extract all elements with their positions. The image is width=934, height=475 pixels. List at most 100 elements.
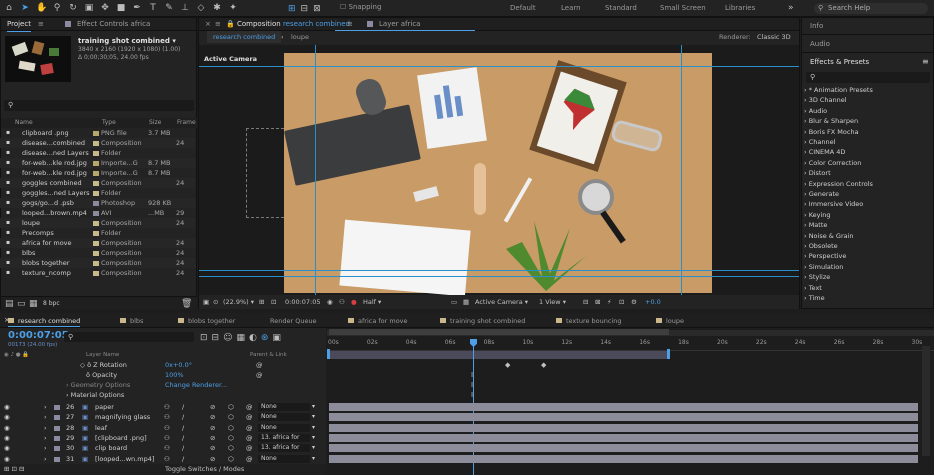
layer-name[interactable]: leaf (95, 423, 107, 433)
parent-dropdown[interactable]: None (258, 413, 310, 422)
pickwhip-icon[interactable]: @ (246, 443, 253, 453)
view-layout-dropdown[interactable]: 1 View ▾ (539, 296, 566, 309)
effect-category[interactable]: › Color Correction (804, 158, 861, 168)
audio-tab[interactable]: Audio (810, 40, 830, 48)
shy-switch-icon[interactable]: ⚇ (164, 423, 170, 433)
keyframe-nav-icon[interactable]: ◇ ō (80, 361, 91, 369)
timeline-tab[interactable]: Render Queue (270, 315, 317, 327)
puppet-tool-icon[interactable]: ✦ (228, 1, 238, 15)
home-icon[interactable]: ⌂ (4, 1, 14, 15)
project-item[interactable]: ▪ disease...ned Layers Folder (0, 148, 196, 158)
effect-category[interactable]: › Noise & Grain (804, 231, 854, 241)
camera-tool-icon[interactable]: ▣ (84, 1, 94, 15)
search-help-field[interactable]: ⚲ Search Help (814, 3, 928, 14)
label-swatch[interactable] (93, 131, 99, 136)
layer-row[interactable]: ◉ › 30 ▣ clip board ⚇ / ⊘ ⬡ @ 13. africa… (0, 443, 326, 453)
work-area-start[interactable] (327, 349, 330, 359)
label-swatch[interactable] (93, 211, 99, 216)
preview-timecode[interactable]: 0:00:07:05 (285, 296, 321, 309)
shy-switch-icon[interactable]: ⚇ (164, 412, 170, 422)
layer-label-swatch[interactable] (54, 456, 60, 462)
composition-menu-icon[interactable]: ≡ (215, 18, 221, 31)
effect-category[interactable]: › Immersive Video (804, 199, 863, 209)
shy-switch-icon[interactable]: ⚇ (164, 402, 170, 412)
effect-category[interactable]: › Time (804, 293, 825, 303)
z-rotation-value[interactable]: 0x+0.0° (165, 361, 192, 369)
layer-label-swatch[interactable] (54, 425, 60, 431)
parent-link-header[interactable]: Parent & Link (250, 352, 287, 358)
lock-icon[interactable]: 🔒 (226, 18, 235, 31)
timeline-search-field[interactable]: ⚲ (64, 332, 194, 342)
effect-category[interactable]: › Generate (804, 189, 839, 199)
effects-switch-icon[interactable]: ⊘ (210, 443, 215, 453)
comp-canvas[interactable] (284, 53, 712, 295)
z-rotation-prop[interactable]: ◇ ō Z Rotation (80, 361, 127, 369)
eye-icon[interactable]: ◉ (4, 423, 10, 433)
layer-name[interactable]: magnifying glass (95, 412, 150, 422)
bit-depth-button[interactable]: 8 bpc (43, 300, 60, 307)
magnification-icon[interactable]: ⊙ (213, 296, 218, 309)
project-item[interactable]: ▪ for-web...kle rod.jpg Importe...G 8.7 … (0, 168, 196, 178)
name-column-header[interactable]: Name (15, 118, 33, 128)
label-swatch[interactable] (93, 151, 99, 156)
size-column-header[interactable]: Size (149, 118, 161, 128)
snapping-toggle[interactable]: ☐ Snapping (340, 3, 381, 11)
quality-switch-icon[interactable]: / (182, 423, 184, 433)
label-swatch[interactable] (93, 271, 99, 276)
expand-chevron-icon[interactable]: › (44, 412, 47, 422)
type-column-header[interactable]: Type (102, 118, 116, 128)
opacity-value[interactable]: 100% (165, 371, 184, 379)
layer-row[interactable]: ◉ › 27 ▣ magnifying glass ⚇ / ⊘ ⬡ @ None… (0, 412, 326, 422)
roi-icon[interactable]: ⊠ (595, 296, 600, 309)
layer-duration-bar[interactable] (329, 423, 918, 432)
workspace-standard[interactable]: Standard (605, 4, 637, 12)
renderer-value[interactable]: Classic 3D (757, 31, 791, 43)
work-area-range[interactable] (329, 329, 669, 335)
grid-toggle-icon[interactable]: ⊞ (259, 296, 264, 309)
parent-dropdown[interactable]: 13. africa for (258, 444, 310, 453)
project-search-field[interactable]: ⚲ (4, 100, 194, 111)
parent-dropdown[interactable]: None (258, 423, 310, 432)
pickwhip-icon[interactable]: @ (246, 433, 253, 443)
expand-chevron-icon[interactable]: › (44, 423, 47, 433)
composition-tab[interactable]: Composition research combined (237, 18, 350, 31)
eraser-tool-icon[interactable]: ◇ (196, 1, 206, 15)
timeline-timecode[interactable]: 0:00:07:05 (8, 330, 69, 341)
layer-name[interactable]: paper (95, 402, 114, 412)
opacity-prop[interactable]: ō Opacity (86, 371, 117, 379)
layer-name[interactable]: [clipboard .png] (95, 433, 147, 443)
zoom-dropdown[interactable]: (22.9%) ▾ (223, 296, 254, 309)
effect-category[interactable]: › Stylize (804, 272, 830, 282)
workspace-default[interactable]: Default (510, 4, 536, 12)
pickwhip-icon[interactable]: @ (246, 402, 253, 412)
close-icon[interactable]: × (205, 18, 211, 31)
project-item[interactable]: ▪ disease...combined Composition 24 (0, 138, 196, 148)
effect-category[interactable]: › CINEMA 4D (804, 147, 845, 157)
layer-label-swatch[interactable] (54, 415, 60, 421)
timeline-scrollbar[interactable] (922, 346, 930, 456)
subtab-loupe[interactable]: loupe (291, 31, 309, 43)
workspace-overflow-icon[interactable]: » (788, 1, 794, 15)
info-tab[interactable]: Info (810, 22, 823, 30)
brainstorm-icon[interactable]: ▣ (272, 331, 281, 345)
effect-category[interactable]: › Text (804, 283, 822, 293)
keyframe-icon[interactable]: I (471, 371, 473, 379)
type-tool-icon[interactable]: T (148, 1, 158, 15)
effects-switch-icon[interactable]: ⊘ (210, 412, 215, 422)
effects-presets-tab[interactable]: Effects & Presets (810, 58, 869, 66)
shy-switch-icon[interactable]: ⚇ (164, 433, 170, 443)
quality-switch-icon[interactable]: / (182, 412, 184, 422)
layer-row[interactable]: ◉ › 28 ▣ leaf ⚇ / ⊘ ⬡ @ None ▾ (0, 423, 326, 433)
effect-category[interactable]: › Matte (804, 220, 827, 230)
label-swatch[interactable] (93, 161, 99, 166)
show-snapshot-icon[interactable]: ⚇ (339, 296, 345, 309)
frame-column-header[interactable]: Frame (177, 118, 196, 128)
material-options-prop[interactable]: › Material Options (66, 391, 124, 399)
expand-chevron-icon[interactable]: › (44, 443, 47, 453)
eye-icon[interactable]: ◉ (4, 412, 10, 422)
layer-row[interactable]: ◉ › 29 ▣ [clipboard .png] ⚇ / ⊘ ⬡ @ 13. … (0, 433, 326, 443)
transparency-grid-icon[interactable]: ▦ (463, 296, 469, 309)
layer-duration-bar[interactable] (329, 413, 918, 422)
eye-icon[interactable]: ◉ (4, 433, 10, 443)
effects-switch-icon[interactable]: ⊘ (210, 402, 215, 412)
